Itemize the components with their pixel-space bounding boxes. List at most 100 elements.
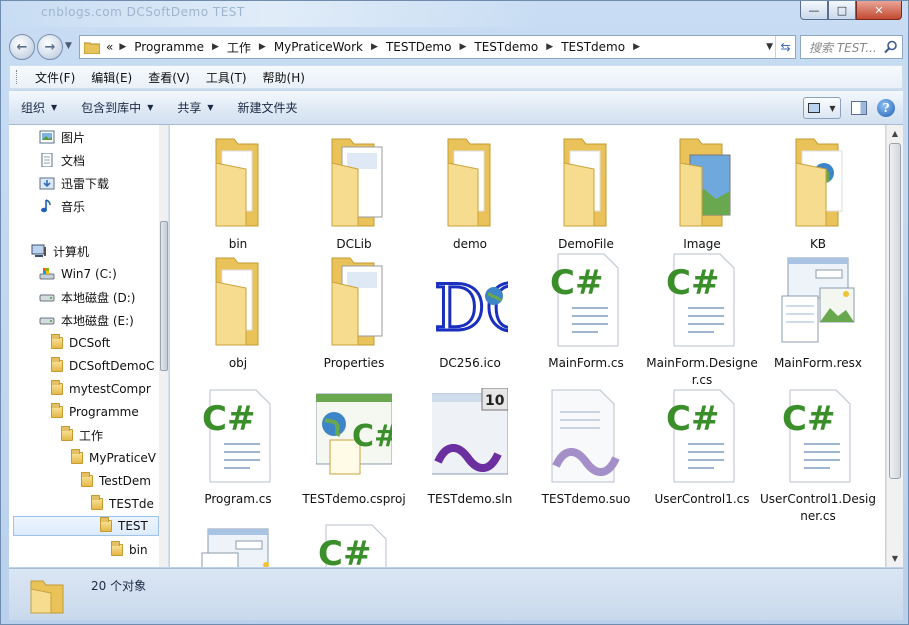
file-name: DCLib xyxy=(336,237,372,251)
nav-label: DCSoft xyxy=(69,336,111,350)
nav-label: mytestCompr xyxy=(69,382,151,396)
chevron-right-icon[interactable]: ▶ xyxy=(212,42,219,52)
breadcrumb-overflow[interactable]: « xyxy=(106,40,113,54)
resx-file-icon xyxy=(201,528,269,567)
scrollbar-thumb[interactable] xyxy=(889,143,901,479)
nav-label: 图片 xyxy=(61,130,86,145)
nav-folder-bin[interactable]: bin xyxy=(111,540,148,560)
csharp-file-icon: C# xyxy=(666,253,735,347)
menu-help[interactable]: 帮助(H) xyxy=(255,69,313,86)
nav-folder-testdemo-2[interactable]: TESTde xyxy=(91,494,154,514)
nav-label: DCSoftDemoC xyxy=(69,359,155,373)
address-dropdown-icon[interactable]: ▼ xyxy=(766,42,773,52)
nav-label: 迅雷下载 xyxy=(61,176,110,191)
csproj-file-icon: C# xyxy=(316,393,392,475)
recent-pages-dropdown[interactable]: ▼ xyxy=(65,41,72,51)
breadcrumb-item[interactable]: TESTdemo xyxy=(561,40,625,54)
menu-view[interactable]: 查看(V) xyxy=(140,69,198,86)
svg-text:DC: DC xyxy=(434,272,508,346)
breadcrumb-item[interactable]: Programme xyxy=(134,40,204,54)
close-button[interactable]: ✕ xyxy=(856,1,902,20)
chevron-right-icon[interactable]: ▶ xyxy=(633,42,640,52)
title-bar[interactable]: cnblogs.com DCSoftDemo TEST — □ ✕ xyxy=(1,1,908,29)
content-scrollbar[interactable]: ▲ ▼ xyxy=(886,125,903,567)
explorer-window: cnblogs.com DCSoftDemo TEST — □ ✕ ← → ▼ … xyxy=(0,0,909,625)
vs-solution-icon: 10 xyxy=(432,388,508,475)
nav-folder-testdemo[interactable]: TestDem xyxy=(81,471,151,491)
share-button[interactable]: 共享 ▼ xyxy=(165,99,225,116)
include-in-library-button[interactable]: 包含到库中 ▼ xyxy=(69,99,165,116)
toolbar-grip xyxy=(16,70,19,84)
nav-folder-dcsoft[interactable]: DCSoft xyxy=(51,333,110,353)
nav-folder-programme[interactable]: Programme xyxy=(51,402,139,422)
search-input[interactable]: 搜索 TEST... xyxy=(800,35,903,59)
file-view: bin DCLib demo DemoFile Image KB obj Pro… xyxy=(170,125,885,567)
chevron-right-icon[interactable]: ▶ xyxy=(459,42,466,52)
file-name: DC256.ico xyxy=(439,356,501,370)
music-icon xyxy=(41,199,51,213)
nav-xunlei-download[interactable]: 迅雷下载 xyxy=(39,173,109,193)
nav-label: TESTde xyxy=(109,497,154,511)
nav-folder-mypraticework[interactable]: MyPraticeV xyxy=(71,448,156,468)
svg-text:C#: C# xyxy=(352,419,392,454)
nav-drive-d[interactable]: 本地磁盘 (D:) xyxy=(39,287,135,307)
folder-icon xyxy=(84,42,100,54)
file-name: TESTdemo.sln xyxy=(427,492,513,506)
maximize-button[interactable]: □ xyxy=(828,1,856,20)
nav-folder-dcsoftdemo[interactable]: DCSoftDemoC xyxy=(51,356,154,376)
nav-music[interactable]: 音乐 xyxy=(39,196,85,216)
back-button[interactable]: ← xyxy=(9,34,35,60)
search-icon xyxy=(884,40,897,54)
download-folder-icon xyxy=(39,177,55,190)
dropdown-arrow-icon: ▼ xyxy=(207,103,214,112)
menu-tools[interactable]: 工具(T) xyxy=(198,69,255,86)
back-arrow-icon: ← xyxy=(16,39,28,55)
dc-logo-icon: DC xyxy=(433,271,509,348)
preview-pane-icon[interactable] xyxy=(851,101,867,115)
nav-folder-work[interactable]: 工作 xyxy=(61,425,103,445)
navpane-scrollbar[interactable] xyxy=(159,125,168,567)
menu-edit[interactable]: 编辑(E) xyxy=(83,69,140,86)
organize-label: 组织 xyxy=(21,101,46,115)
chevron-right-icon[interactable]: ▶ xyxy=(259,42,266,52)
breadcrumb-item[interactable]: MyPraticeWork xyxy=(274,40,363,54)
share-label: 共享 xyxy=(177,101,202,115)
forward-button[interactable]: → xyxy=(37,34,63,60)
address-bar[interactable]: « ▶ Programme ▶ 工作 ▶ MyPraticeWork ▶ TESTDem… xyxy=(79,35,796,59)
chevron-right-icon[interactable]: ▶ xyxy=(546,42,553,52)
breadcrumb-item[interactable]: TESTDemo xyxy=(386,40,452,54)
breadcrumb-item[interactable]: 工作 xyxy=(227,39,251,56)
minimize-button[interactable]: — xyxy=(800,1,828,20)
scroll-down-icon[interactable]: ▼ xyxy=(887,550,903,567)
refresh-button[interactable]: ⇆ xyxy=(775,36,795,58)
file-name: bin xyxy=(228,237,248,251)
svg-text:C#: C# xyxy=(202,399,255,439)
navigation-pane: 图片 文档 迅雷下载 音乐 计算机 Win7 (C:) 本地磁盘 (D:) 本地… xyxy=(9,125,169,567)
nav-drive-e[interactable]: 本地磁盘 (E:) xyxy=(39,310,134,330)
nav-drive-c[interactable]: Win7 (C:) xyxy=(39,264,117,284)
include-in-library-label: 包含到库中 xyxy=(81,101,142,115)
nav-documents[interactable]: 文档 xyxy=(39,150,85,170)
change-view-button[interactable]: ▼ xyxy=(803,97,841,119)
folder-icon xyxy=(215,257,259,346)
breadcrumb: « ▶ Programme ▶ 工作 ▶ MyPraticeWork ▶ TESTDem… xyxy=(106,39,648,56)
organize-button[interactable]: 组织 ▼ xyxy=(9,99,69,116)
vs-version-badge: 10 xyxy=(485,393,505,409)
folder-with-globe-icon xyxy=(795,138,843,227)
folder-icon xyxy=(563,138,607,227)
nav-pictures[interactable]: 图片 xyxy=(39,127,85,147)
scrollbar-thumb[interactable] xyxy=(160,221,168,371)
nav-folder-mytestcompr[interactable]: mytestCompr xyxy=(51,379,151,399)
menu-file[interactable]: 文件(F) xyxy=(27,69,83,86)
scroll-up-icon[interactable]: ▲ xyxy=(887,125,903,142)
chevron-right-icon[interactable]: ▶ xyxy=(371,42,378,52)
help-icon[interactable]: ? xyxy=(877,99,895,117)
folder-icon xyxy=(215,138,259,227)
dropdown-arrow-icon: ▼ xyxy=(51,103,58,112)
nav-folder-testdemo-selected[interactable]: TEST xyxy=(13,516,159,536)
nav-computer[interactable]: 计算机 xyxy=(31,241,89,261)
breadcrumb-item[interactable]: TESTdemo xyxy=(474,40,538,54)
chevron-right-icon: ▶ xyxy=(119,42,127,52)
folder-icon xyxy=(51,380,63,395)
new-folder-button[interactable]: 新建文件夹 xyxy=(226,99,310,116)
